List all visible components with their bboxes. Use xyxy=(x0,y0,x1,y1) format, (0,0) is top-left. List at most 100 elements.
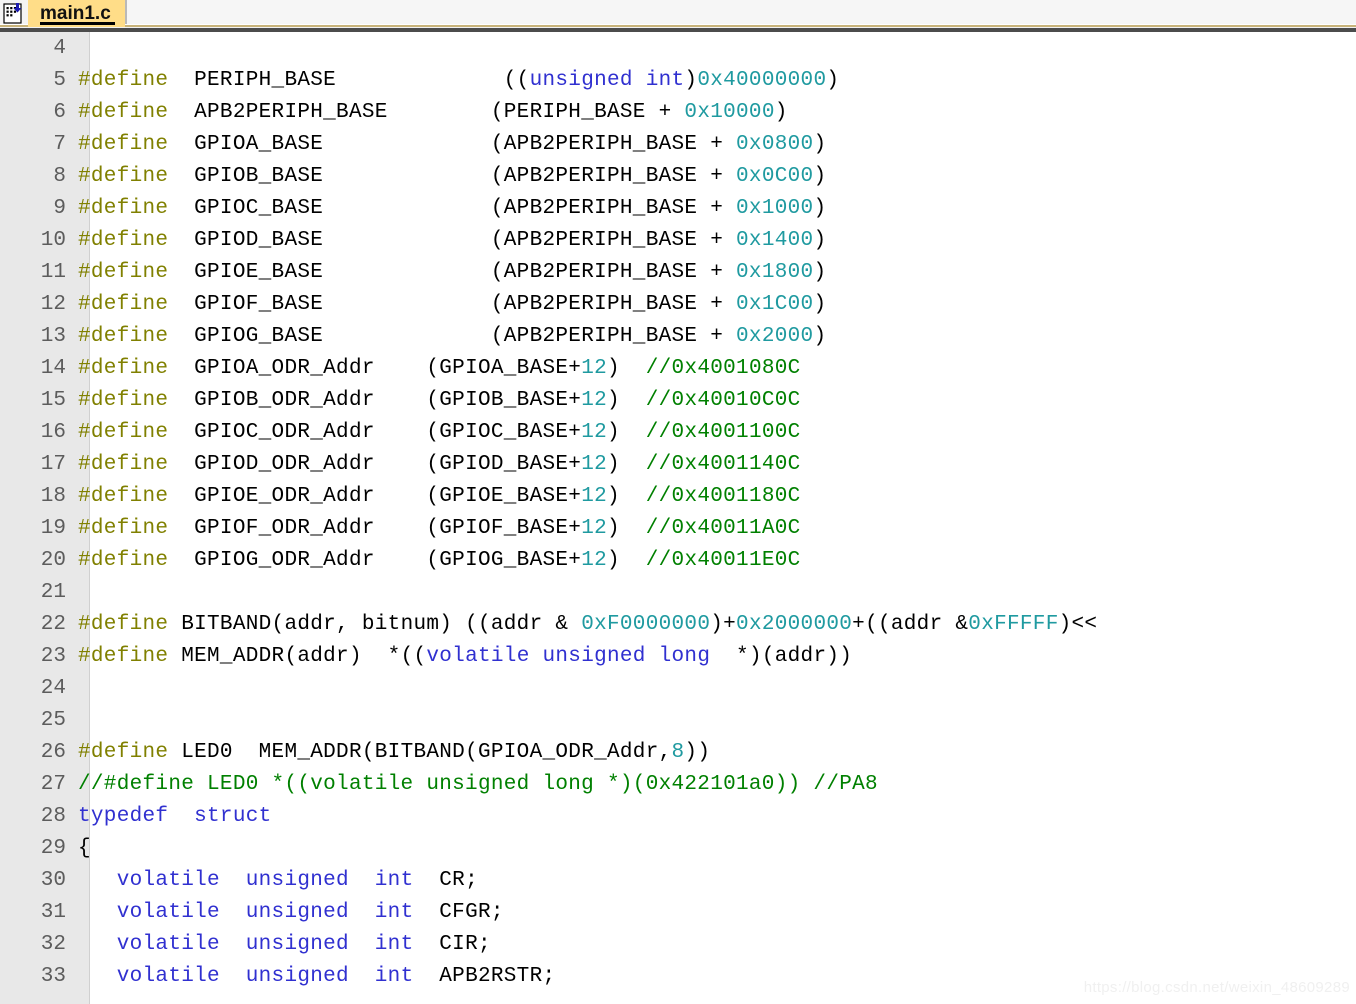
line-number: 11 xyxy=(40,260,66,284)
line-number: 5 xyxy=(53,68,66,92)
code-line-text[interactable]: #define BITBAND(addr, bitnum) ((addr & 0… xyxy=(78,613,1356,636)
code-editor[interactable]: 4 5 #define PERIPH_BASE ((unsigned int)0x4… xyxy=(0,32,1356,1004)
code-line[interactable]: 26 #define LED0 MEM_ADDR(BITBAND(GPIOA_OD… xyxy=(0,736,1356,768)
token-num: 12 xyxy=(581,548,608,572)
token-txt: GPIOE_ODR_Addr (GPIOE_BASE+ xyxy=(168,484,582,508)
code-line-text[interactable]: volatile unsigned int CFGR; xyxy=(78,901,1356,924)
token-txt: CR; xyxy=(413,868,478,892)
token-txt: GPIOD_BASE (APB2PERIPH_BASE + xyxy=(168,228,737,252)
code-line-text[interactable]: volatile unsigned int CIR; xyxy=(78,933,1356,956)
code-line[interactable]: 19 #define GPIOF_ODR_Addr (GPIOF_BASE+12)… xyxy=(0,512,1356,544)
code-line-text[interactable]: #define GPIOD_ODR_Addr (GPIOD_BASE+12) /… xyxy=(78,453,1356,476)
code-line-text[interactable]: //#define LED0 *((volatile unsigned long… xyxy=(78,773,1356,796)
code-line[interactable]: 31 volatile unsigned int CFGR; xyxy=(0,896,1356,928)
token-num: 0x40000000 xyxy=(697,68,827,92)
code-line[interactable]: 14 #define GPIOA_ODR_Addr (GPIOA_BASE+12)… xyxy=(0,352,1356,384)
token-cmt: //0x4001180C xyxy=(645,484,801,508)
code-line-text[interactable]: #define GPIOC_BASE (APB2PERIPH_BASE + 0x… xyxy=(78,197,1356,220)
code-content[interactable]: 4 5 #define PERIPH_BASE ((unsigned int)0x4… xyxy=(0,32,1356,1004)
code-line-text[interactable]: #define GPIOB_BASE (APB2PERIPH_BASE + 0x… xyxy=(78,165,1356,188)
token-pp: #define xyxy=(78,68,169,92)
token-pp: #define xyxy=(78,644,169,668)
line-number: 8 xyxy=(53,164,66,188)
code-line-text[interactable]: #define GPIOE_ODR_Addr (GPIOE_BASE+12) /… xyxy=(78,485,1356,508)
line-number: 6 xyxy=(53,100,66,124)
code-line-text[interactable]: #define GPIOD_BASE (APB2PERIPH_BASE + 0x… xyxy=(78,229,1356,252)
code-line[interactable]: 18 #define GPIOE_ODR_Addr (GPIOE_BASE+12)… xyxy=(0,480,1356,512)
token-txt: ) xyxy=(774,100,788,124)
code-line[interactable]: 15 #define GPIOB_ODR_Addr (GPIOB_BASE+12)… xyxy=(0,384,1356,416)
code-line-text[interactable]: #define GPIOA_BASE (APB2PERIPH_BASE + 0x… xyxy=(78,133,1356,156)
code-line[interactable]: 17 #define GPIOD_ODR_Addr (GPIOD_BASE+12)… xyxy=(0,448,1356,480)
code-line[interactable]: 27 //#define LED0 *((volatile unsigned lo… xyxy=(0,768,1356,800)
code-line[interactable]: 7 #define GPIOA_BASE (APB2PERIPH_BASE + 0… xyxy=(0,128,1356,160)
line-number: 21 xyxy=(40,580,66,604)
token-txt: ) xyxy=(826,68,840,92)
code-line-text[interactable]: typedef struct xyxy=(78,805,1356,828)
code-line-text[interactable]: #define GPIOA_ODR_Addr (GPIOA_BASE+12) /… xyxy=(78,357,1356,380)
code-line-text[interactable]: #define GPIOF_ODR_Addr (GPIOF_BASE+12) /… xyxy=(78,517,1356,540)
token-txt: )<< xyxy=(1058,612,1098,636)
code-line[interactable]: 30 volatile unsigned int CR; xyxy=(0,864,1356,896)
line-number: 26 xyxy=(40,740,66,764)
tab-main1-c[interactable]: main1.c xyxy=(28,0,125,27)
code-line[interactable]: 28 typedef struct xyxy=(0,800,1356,832)
code-line[interactable]: 23 #define MEM_ADDR(addr) *((volatile uns… xyxy=(0,640,1356,672)
code-line-text[interactable]: #define GPIOG_BASE (APB2PERIPH_BASE + 0x… xyxy=(78,325,1356,348)
code-line-text[interactable]: #define GPIOF_BASE (APB2PERIPH_BASE + 0x… xyxy=(78,293,1356,316)
token-num: 0x2000000 xyxy=(736,612,853,636)
code-line[interactable]: 22 #define BITBAND(addr, bitnum) ((addr &… xyxy=(0,608,1356,640)
code-line-text[interactable]: #define GPIOG_ODR_Addr (GPIOG_BASE+12) /… xyxy=(78,549,1356,572)
token-num: 0xFFFFF xyxy=(968,612,1059,636)
code-line[interactable]: 13 #define GPIOG_BASE (APB2PERIPH_BASE + … xyxy=(0,320,1356,352)
code-line[interactable]: 24 xyxy=(0,672,1356,704)
code-line[interactable]: 9 #define GPIOC_BASE (APB2PERIPH_BASE + 0… xyxy=(0,192,1356,224)
token-cmt: //0x4001140C xyxy=(645,452,801,476)
code-line[interactable]: 20 #define GPIOG_ODR_Addr (GPIOG_BASE+12)… xyxy=(0,544,1356,576)
token-kw: volatile unsigned int xyxy=(116,868,414,892)
code-line-text[interactable]: #define GPIOE_BASE (APB2PERIPH_BASE + 0x… xyxy=(78,261,1356,284)
code-line-text[interactable]: #define APB2PERIPH_BASE (PERIPH_BASE + 0… xyxy=(78,101,1356,124)
token-pp: #define xyxy=(78,100,169,124)
line-number: 13 xyxy=(40,324,66,348)
code-line-text[interactable]: #define MEM_ADDR(addr) *((volatile unsig… xyxy=(78,645,1356,668)
token-pp: #define xyxy=(78,356,169,380)
token-txt: GPIOB_ODR_Addr (GPIOB_BASE+ xyxy=(168,388,582,412)
token-kw: volatile unsigned int xyxy=(116,900,414,924)
code-line[interactable]: 5 #define PERIPH_BASE ((unsigned int)0x40… xyxy=(0,64,1356,96)
code-line-text[interactable]: #define PERIPH_BASE ((unsigned int)0x400… xyxy=(78,69,1356,92)
code-line-text[interactable]: volatile unsigned int CR; xyxy=(78,869,1356,892)
token-num: 12 xyxy=(581,516,608,540)
code-line[interactable]: 8 #define GPIOB_BASE (APB2PERIPH_BASE + 0… xyxy=(0,160,1356,192)
line-number: 9 xyxy=(53,196,66,220)
code-line[interactable]: 12 #define GPIOF_BASE (APB2PERIPH_BASE + … xyxy=(0,288,1356,320)
code-line[interactable]: 10 #define GPIOD_BASE (APB2PERIPH_BASE + … xyxy=(0,224,1356,256)
code-line-text[interactable]: #define GPIOB_ODR_Addr (GPIOB_BASE+12) /… xyxy=(78,389,1356,412)
code-line[interactable]: 6 #define APB2PERIPH_BASE (PERIPH_BASE + … xyxy=(0,96,1356,128)
token-pp: #define xyxy=(78,740,169,764)
code-line-text[interactable]: #define LED0 MEM_ADDR(BITBAND(GPIOA_ODR_… xyxy=(78,741,1356,764)
token-kw: volatile unsigned int xyxy=(116,932,414,956)
code-line[interactable]: 32 volatile unsigned int CIR; xyxy=(0,928,1356,960)
token-cmt: //0x40011A0C xyxy=(645,516,801,540)
line-number: 17 xyxy=(40,452,66,476)
token-num: 0x1800 xyxy=(736,260,814,284)
code-line[interactable]: 21 xyxy=(0,576,1356,608)
token-txt: ) xyxy=(813,196,827,220)
code-line[interactable]: 25 xyxy=(0,704,1356,736)
token-pp: #define xyxy=(78,260,169,284)
code-line[interactable]: 4 xyxy=(0,32,1356,64)
token-txt: GPIOC_ODR_Addr (GPIOC_BASE+ xyxy=(168,420,582,444)
token-txt: ) xyxy=(813,324,827,348)
code-line[interactable]: 16 #define GPIOC_ODR_Addr (GPIOC_BASE+12)… xyxy=(0,416,1356,448)
line-number: 19 xyxy=(40,516,66,540)
code-line-text[interactable]: #define GPIOC_ODR_Addr (GPIOC_BASE+12) /… xyxy=(78,421,1356,444)
code-line-text[interactable]: { xyxy=(78,837,1356,860)
line-number: 15 xyxy=(40,388,66,412)
line-number: 31 xyxy=(40,900,66,924)
token-txt: ) xyxy=(813,292,827,316)
code-line[interactable]: 11 #define GPIOE_BASE (APB2PERIPH_BASE + … xyxy=(0,256,1356,288)
code-line[interactable]: 29 { xyxy=(0,832,1356,864)
token-txt: GPIOF_BASE (APB2PERIPH_BASE + xyxy=(168,292,737,316)
